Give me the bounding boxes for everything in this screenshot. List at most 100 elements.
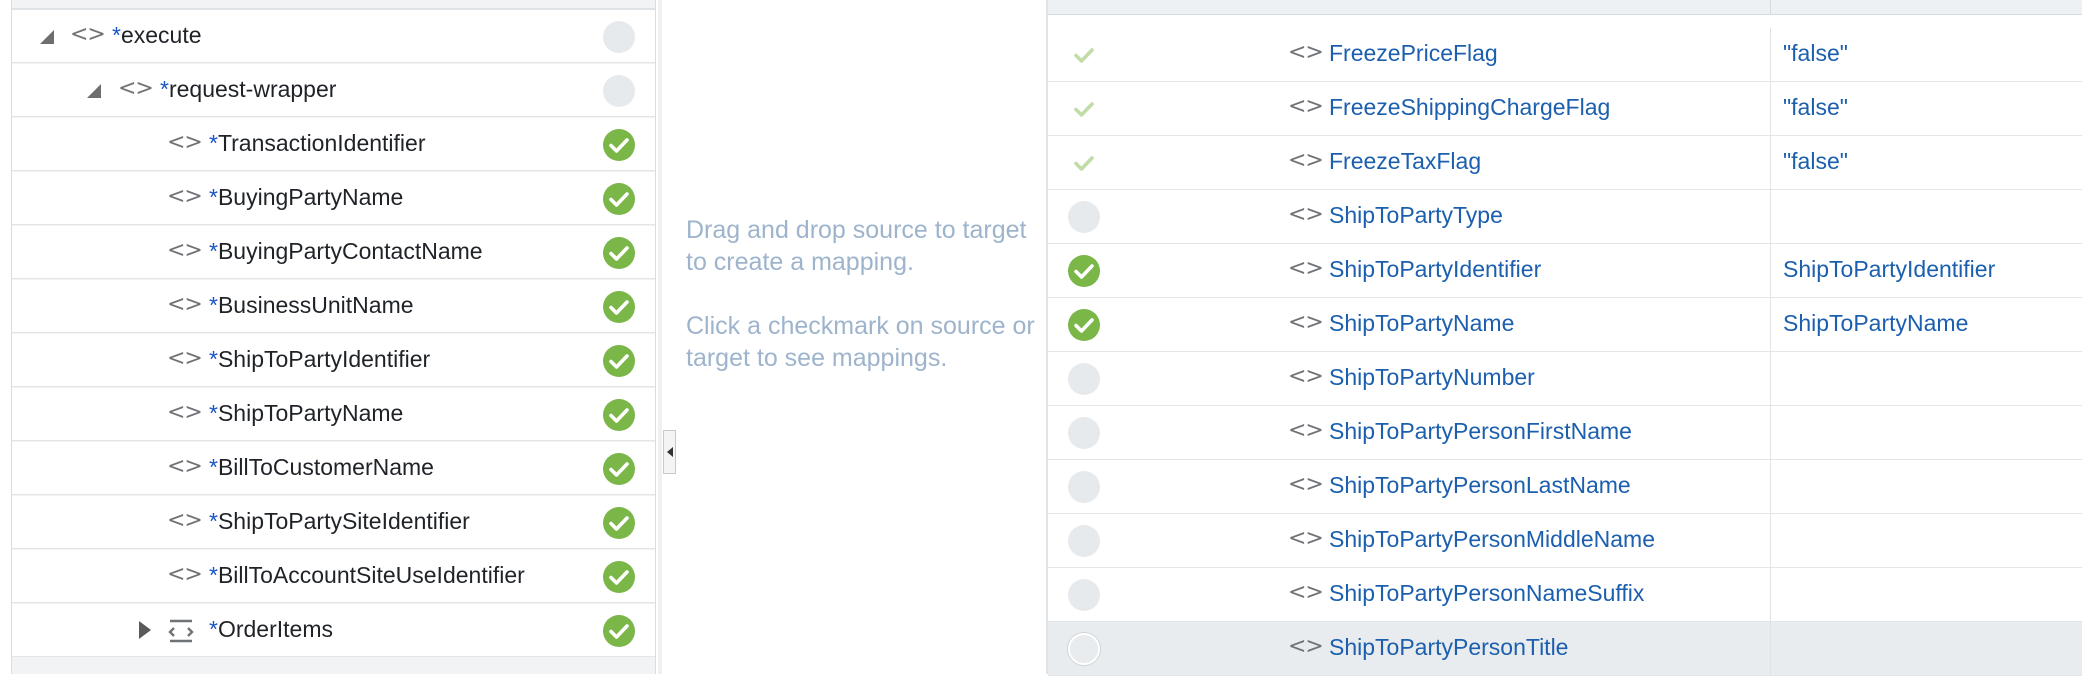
target-element-name[interactable]: ShipToPartyPersonMiddleName: [1329, 526, 1655, 553]
column-divider: [1770, 244, 1771, 298]
source-element-name: request-wrapper: [168, 76, 337, 102]
check-circle-icon[interactable]: [603, 237, 635, 269]
target-row[interactable]: <> ShipToPartyNumber: [1048, 352, 2082, 406]
source-row-request-wrapper[interactable]: <> *request-wrapper: [12, 64, 655, 117]
source-element-name: OrderItems: [217, 616, 333, 642]
target-element-name[interactable]: ShipToPartyPersonLastName: [1329, 472, 1631, 499]
check-circle-icon[interactable]: [603, 507, 635, 539]
source-row-buyingpartycontactname[interactable]: <> *BuyingPartyContactName: [12, 226, 655, 279]
target-row[interactable]: <> ShipToPartyIdentifier ShipToPartyIdenti…: [1048, 244, 2082, 298]
target-element-name[interactable]: FreezeShippingChargeFlag: [1329, 94, 1610, 121]
unmapped-status-icon[interactable]: [603, 21, 635, 53]
required-marker: *: [209, 346, 218, 372]
unmapped-status-icon[interactable]: [1068, 579, 1100, 611]
triangle-expanded-icon[interactable]: [40, 30, 54, 44]
unmapped-status-icon[interactable]: [1068, 525, 1100, 557]
column-divider: [1770, 190, 1771, 244]
check-circle-icon[interactable]: [1068, 309, 1100, 341]
triangle-collapsed-icon[interactable]: [139, 621, 151, 639]
target-element-name[interactable]: ShipToPartyNumber: [1329, 364, 1535, 391]
target-element-name[interactable]: ShipToPartyType: [1329, 202, 1503, 229]
source-element-label: *request-wrapper: [160, 76, 336, 103]
source-row-billtocustomername[interactable]: <> *BillToCustomerName: [12, 442, 655, 495]
code-brackets-icon: <>: [1288, 418, 1324, 443]
target-element-name[interactable]: FreezePriceFlag: [1329, 40, 1498, 67]
target-element-name[interactable]: ShipToPartyIdentifier: [1329, 256, 1541, 283]
target-element-name[interactable]: FreezeTaxFlag: [1329, 148, 1481, 175]
source-row-billtoaccountsiteuseidentifier[interactable]: <> *BillToAccountSiteUseIdentifier: [12, 550, 655, 603]
required-marker: *: [209, 508, 218, 534]
check-circle-icon[interactable]: [603, 453, 635, 485]
target-row[interactable]: <> FreezeTaxFlag "false": [1048, 136, 2082, 190]
unmapped-status-icon[interactable]: [603, 75, 635, 107]
target-row[interactable]: <> ShipToPartyPersonLastName: [1048, 460, 2082, 514]
source-element-label: *BuyingPartyContactName: [209, 238, 483, 265]
unmapped-status-icon[interactable]: [1068, 471, 1100, 503]
target-row[interactable]: <> FreezePriceFlag "false": [1048, 28, 2082, 82]
target-row[interactable]: <> FreezeShippingChargeFlag "false": [1048, 82, 2082, 136]
code-brackets-icon: <>: [1288, 472, 1324, 497]
target-row[interactable]: <> ShipToPartyPersonTitle: [1048, 622, 2082, 676]
required-marker: *: [209, 562, 218, 588]
unmapped-status-icon[interactable]: [1068, 363, 1100, 395]
column-divider: [1770, 514, 1771, 568]
target-row[interactable]: <> ShipToPartyPersonFirstName: [1048, 406, 2082, 460]
source-element-name: TransactionIdentifier: [217, 130, 426, 156]
column-divider: [1770, 298, 1771, 352]
target-element-name[interactable]: ShipToPartyName: [1329, 310, 1514, 337]
check-circle-icon[interactable]: [1068, 255, 1100, 287]
triangle-expanded-icon[interactable]: [87, 84, 101, 98]
target-row[interactable]: <> ShipToPartyType: [1048, 190, 2082, 244]
source-element-label: *BillToAccountSiteUseIdentifier: [209, 562, 525, 589]
checkmark-icon[interactable]: [1068, 39, 1100, 71]
target-tree-panel: <> FreezePriceFlag "false" <> FreezeShipping…: [1046, 0, 2082, 676]
check-circle-icon[interactable]: [603, 291, 635, 323]
code-brackets-icon: <>: [167, 130, 203, 155]
collapse-splitter-button[interactable]: [663, 430, 676, 474]
check-circle-icon[interactable]: [603, 183, 635, 215]
source-row-orderitems[interactable]: *OrderItems: [12, 604, 655, 657]
source-row-execute[interactable]: <> *execute: [12, 10, 655, 63]
required-marker: *: [209, 616, 218, 642]
target-mapping-value[interactable]: ShipToPartyIdentifier: [1783, 256, 1995, 283]
code-brackets-icon: <>: [1288, 634, 1324, 659]
source-row-shiptopartysiteidentifier[interactable]: <> *ShipToPartySiteIdentifier: [12, 496, 655, 549]
target-element-name[interactable]: ShipToPartyPersonNameSuffix: [1329, 580, 1644, 607]
code-brackets-icon: <>: [1288, 94, 1324, 119]
code-brackets-icon: <>: [1288, 40, 1324, 65]
source-element-name: BuyingPartyName: [217, 184, 404, 210]
check-circle-icon[interactable]: [603, 615, 635, 647]
column-divider: [1770, 568, 1771, 622]
target-mapping-value[interactable]: "false": [1783, 40, 1848, 67]
target-mapping-value[interactable]: "false": [1783, 94, 1848, 121]
required-marker: *: [209, 400, 218, 426]
unmapped-status-icon[interactable]: [1068, 633, 1100, 665]
source-element-label: *ShipToPartyName: [209, 400, 403, 427]
unmapped-status-icon[interactable]: [1068, 417, 1100, 449]
check-circle-icon[interactable]: [603, 345, 635, 377]
required-marker: *: [112, 22, 121, 48]
source-row-shiptopartyidentifier[interactable]: <> *ShipToPartyIdentifier: [12, 334, 655, 387]
check-circle-icon[interactable]: [603, 399, 635, 431]
source-row-shiptopartyname[interactable]: <> *ShipToPartyName: [12, 388, 655, 441]
check-circle-icon[interactable]: [603, 129, 635, 161]
target-element-name[interactable]: ShipToPartyPersonTitle: [1329, 634, 1568, 661]
source-row-transactionidentifier[interactable]: <> *TransactionIdentifier: [12, 118, 655, 171]
target-row[interactable]: <> ShipToPartyPersonMiddleName: [1048, 514, 2082, 568]
target-mapping-value[interactable]: ShipToPartyName: [1783, 310, 1968, 337]
required-marker: *: [209, 454, 218, 480]
check-circle-icon[interactable]: [603, 561, 635, 593]
code-brackets-icon: <>: [167, 562, 203, 587]
source-row-buyingpartyname[interactable]: <> *BuyingPartyName: [12, 172, 655, 225]
source-element-label: *OrderItems: [209, 616, 333, 643]
target-row[interactable]: <> ShipToPartyPersonNameSuffix: [1048, 568, 2082, 622]
unmapped-status-icon[interactable]: [1068, 201, 1100, 233]
hint-drag-drop: Drag and drop source to target to create…: [686, 216, 1027, 276]
target-element-name[interactable]: ShipToPartyPersonFirstName: [1329, 418, 1632, 445]
checkmark-icon[interactable]: [1068, 147, 1100, 179]
source-row-businessunitname[interactable]: <> *BusinessUnitName: [12, 280, 655, 333]
target-row[interactable]: <> ShipToPartyName ShipToPartyName: [1048, 298, 2082, 352]
checkmark-icon[interactable]: [1068, 93, 1100, 125]
code-brackets-icon: <>: [167, 454, 203, 479]
target-mapping-value[interactable]: "false": [1783, 148, 1848, 175]
